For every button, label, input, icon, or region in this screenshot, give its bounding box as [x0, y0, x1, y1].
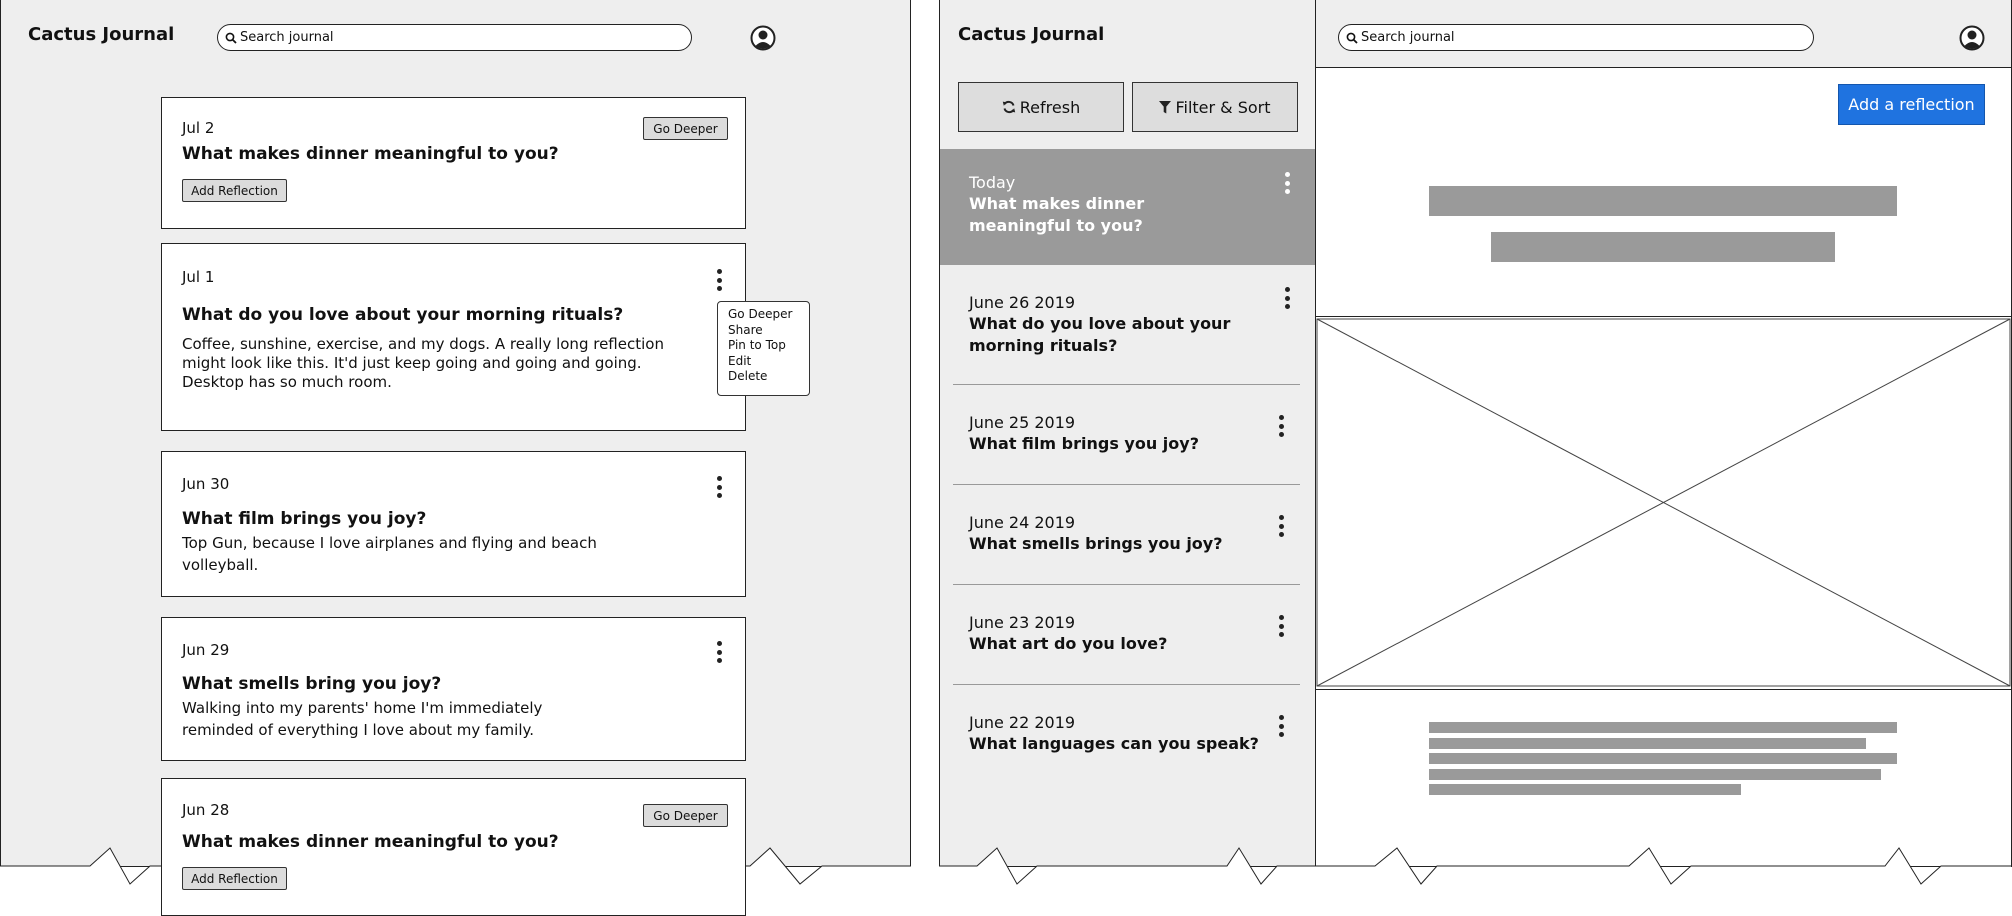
- section-divider: [1315, 689, 2012, 690]
- filter-sort-label: Filter & Sort: [1175, 97, 1271, 117]
- menu-item-delete[interactable]: Delete: [728, 369, 799, 385]
- search-icon: [1346, 32, 1358, 44]
- reflection-card: Jul 1 What do you love about your mornin…: [161, 243, 746, 431]
- list-item-date: June 22 2019: [969, 713, 1076, 732]
- card-question: What film brings you joy?: [182, 509, 427, 529]
- text-placeholder-line: [1429, 753, 1897, 764]
- filter-icon: [1159, 100, 1172, 113]
- list-item-selected[interactable]: Today What makes dinner meaningful to yo…: [940, 149, 1315, 265]
- search-input[interactable]: [1361, 30, 1782, 45]
- add-reflection-button[interactable]: Add Reflection: [182, 867, 287, 890]
- app-logo: Cactus Journal: [28, 24, 175, 45]
- add-reflection-button[interactable]: Add a reflection: [1838, 84, 1985, 125]
- more-options-icon[interactable]: [1274, 515, 1288, 537]
- card-date: Jul 2: [182, 119, 215, 137]
- text-placeholder-bar: [1429, 186, 1897, 216]
- card-body: Top Gun, because I love airplanes and fl…: [182, 534, 597, 574]
- search-input[interactable]: [240, 30, 660, 45]
- text-placeholder-line: [1429, 784, 1741, 795]
- list-item-date: June 23 2019: [969, 613, 1076, 632]
- reflection-card: Jul 2 What makes dinner meaningful to yo…: [161, 97, 746, 229]
- menu-item-share[interactable]: Share: [728, 323, 799, 339]
- card-body: Coffee, sunshine, exercise, and my dogs.…: [182, 335, 664, 391]
- card-date: Jul 1: [182, 268, 215, 286]
- menu-item-go-deeper[interactable]: Go Deeper: [728, 307, 799, 323]
- list-item-question: What makes dinner meaningful to you?: [969, 194, 1145, 235]
- list-item-question: What do you love about your morning ritu…: [969, 314, 1231, 355]
- refresh-button[interactable]: Refresh: [958, 82, 1124, 132]
- list-item[interactable]: June 23 2019 What art do you love?: [953, 585, 1300, 684]
- menu-item-edit[interactable]: Edit: [728, 354, 799, 370]
- list-item-question: What smells brings you joy?: [969, 534, 1223, 553]
- card-question: What do you love about your morning ritu…: [182, 305, 624, 325]
- card-question: What makes dinner meaningful to you?: [182, 144, 559, 164]
- avatar-icon[interactable]: [750, 25, 776, 51]
- search-icon: [225, 32, 237, 44]
- list-item[interactable]: June 24 2019 What smells brings you joy?: [953, 485, 1300, 584]
- card-options-menu: Go Deeper Share Pin to Top Edit Delete: [717, 301, 810, 396]
- list-item[interactable]: June 26 2019 What do you love about your…: [953, 265, 1300, 383]
- image-placeholder: [1316, 318, 2011, 687]
- text-placeholder-line: [1429, 769, 1881, 780]
- more-options-icon[interactable]: [1274, 615, 1288, 637]
- menu-item-pin-to-top[interactable]: Pin to Top: [728, 338, 799, 354]
- go-deeper-button[interactable]: Go Deeper: [643, 804, 728, 827]
- list-item-date: June 24 2019: [969, 513, 1076, 532]
- filter-sort-button[interactable]: Filter & Sort: [1132, 82, 1298, 132]
- more-options-icon[interactable]: [712, 269, 726, 291]
- list-item-date: June 25 2019: [969, 413, 1076, 432]
- search-bar[interactable]: [1338, 24, 1814, 51]
- list-item-question: What film brings you joy?: [969, 434, 1199, 453]
- list-item-question: What art do you love?: [969, 634, 1168, 653]
- text-placeholder-line: [1429, 722, 1897, 733]
- torn-edge: [939, 847, 2011, 915]
- refresh-label: Refresh: [1019, 97, 1081, 117]
- list-item-date: Today: [969, 173, 1016, 192]
- reflection-card: Jun 28 What makes dinner meaningful to y…: [161, 778, 746, 916]
- add-reflection-button[interactable]: Add Reflection: [182, 179, 287, 202]
- card-date: Jun 30: [182, 475, 230, 493]
- refresh-icon: [1002, 100, 1015, 114]
- go-deeper-button[interactable]: Go Deeper: [643, 117, 728, 140]
- text-placeholder-bar: [1491, 232, 1835, 262]
- list-item[interactable]: June 25 2019 What film brings you joy?: [953, 385, 1300, 484]
- card-date: Jun 29: [182, 641, 230, 659]
- more-options-icon[interactable]: [1280, 287, 1294, 309]
- more-options-icon[interactable]: [712, 476, 726, 498]
- more-options-icon[interactable]: [712, 641, 726, 663]
- reflection-card: Jun 29 What smells bring you joy? Walkin…: [161, 617, 746, 761]
- card-question: What smells bring you joy?: [182, 674, 442, 694]
- search-bar[interactable]: [217, 24, 692, 51]
- reflection-card: Jun 30 What film brings you joy? Top Gun…: [161, 451, 746, 597]
- card-question: What makes dinner meaningful to you?: [182, 832, 559, 852]
- list-item-question: What languages can you speak?: [969, 734, 1259, 753]
- card-body: Walking into my parents' home I'm immedi…: [182, 699, 543, 739]
- more-options-icon[interactable]: [1274, 415, 1288, 437]
- app-logo: Cactus Journal: [958, 24, 1105, 45]
- more-options-icon[interactable]: [1280, 172, 1294, 194]
- card-date: Jun 28: [182, 801, 230, 819]
- more-options-icon[interactable]: [1274, 715, 1288, 737]
- section-divider: [1315, 316, 2012, 317]
- list-item[interactable]: June 22 2019 What languages can you spea…: [953, 685, 1300, 784]
- avatar-icon[interactable]: [1959, 25, 1985, 51]
- list-item-date: June 26 2019: [969, 293, 1076, 312]
- text-placeholder-line: [1429, 738, 1866, 749]
